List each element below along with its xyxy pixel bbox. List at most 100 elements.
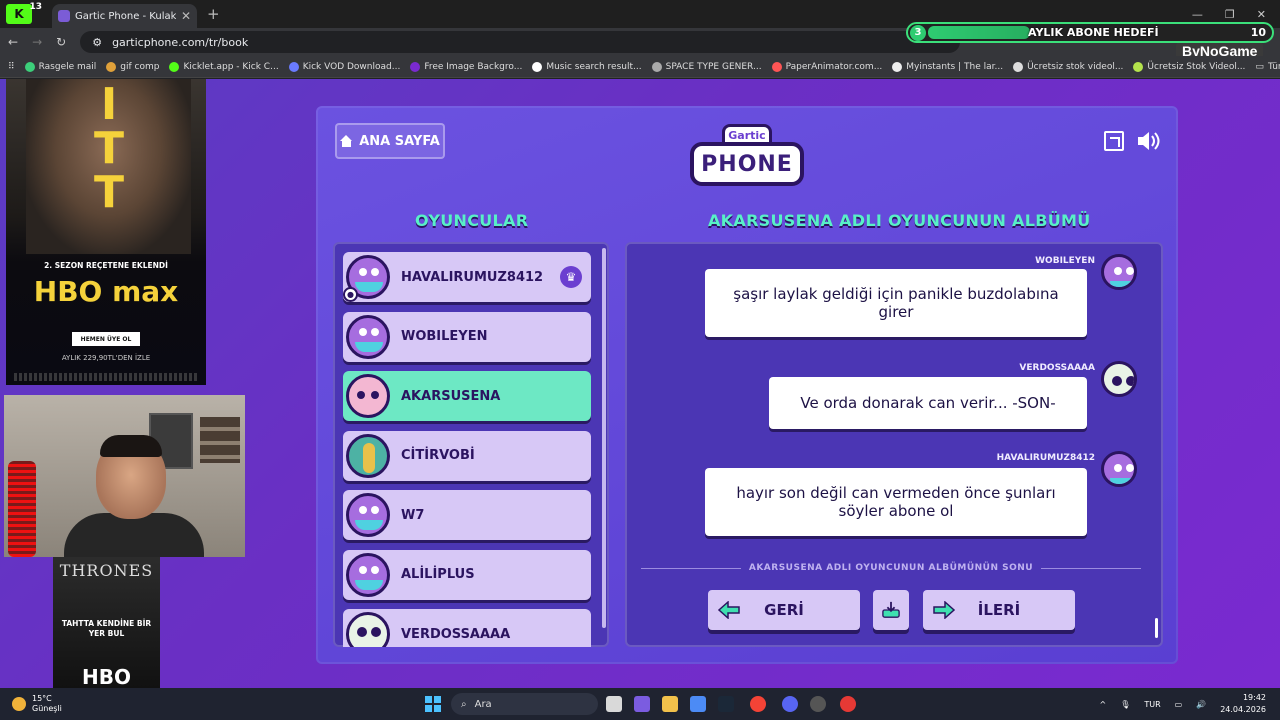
player-item[interactable]: ● ♛ HAVALIRUMUZ8412 — [343, 252, 591, 302]
folder-icon: ▭ — [1255, 61, 1264, 72]
message-bubble: şaşır laylak geldiği için panikle buzdol… — [705, 269, 1087, 337]
arrow-left-icon — [718, 601, 740, 619]
message-author: WOBILEYEN — [1035, 256, 1095, 266]
bookmark-label: gif comp — [120, 61, 160, 72]
streamer-hair — [100, 435, 162, 457]
bookmark-item[interactable]: Kick VOD Download... — [288, 61, 400, 72]
bookmark-favicon-icon — [288, 61, 299, 72]
mic-icon[interactable]: 🎙 — [1120, 700, 1130, 709]
bookmark-item[interactable]: PaperAnimator.com... — [771, 61, 882, 72]
bookmark-item[interactable]: gif comp — [106, 61, 160, 72]
player-item[interactable]: W7 — [343, 490, 591, 540]
album-view[interactable]: WOBILEYEN şaşır laylak geldiği için panik… — [625, 242, 1163, 647]
player-item[interactable]: CİTİRVOBİ — [343, 430, 591, 481]
task-view-icon[interactable] — [606, 696, 622, 712]
bookmark-favicon-icon — [771, 61, 782, 72]
tab-close-icon[interactable]: ✕ — [181, 9, 191, 23]
windows-start-icon[interactable] — [425, 696, 441, 712]
minimize-icon[interactable]: — — [1192, 8, 1203, 21]
steam-icon[interactable] — [718, 696, 734, 712]
home-button[interactable]: ANA SAYFA — [335, 123, 445, 159]
bookmark-item[interactable]: Ücretsiz Stok Videol... — [1133, 61, 1246, 72]
browser-tab[interactable]: Gartic Phone - Kulaktan Ku ✕ — [52, 4, 197, 28]
bookmark-favicon-icon — [106, 61, 117, 72]
message-avatar — [1101, 451, 1137, 487]
app-icon[interactable] — [840, 696, 856, 712]
microphone — [8, 461, 36, 557]
url-text: garticphone.com/tr/book — [112, 35, 249, 49]
bookmark-favicon-icon — [24, 61, 35, 72]
chrome-icon[interactable] — [750, 696, 766, 712]
reload-icon[interactable]: ↻ — [56, 35, 66, 49]
player-item[interactable]: ALİLİPLUS — [343, 549, 591, 600]
store-icon[interactable] — [690, 696, 706, 712]
volume-icon[interactable] — [1136, 130, 1160, 152]
player-name: W7 — [401, 507, 425, 523]
network-icon[interactable]: ▭ — [1175, 700, 1183, 709]
site-info-icon[interactable]: ⚙ — [92, 36, 102, 49]
players-scrollbar[interactable] — [602, 248, 606, 628]
discord-icon[interactable] — [782, 696, 798, 712]
fullscreen-icon[interactable] — [1104, 131, 1124, 151]
tray-chevron-icon[interactable]: ^ — [1099, 700, 1106, 709]
bookmark-item[interactable]: SPACE TYPE GENER... — [651, 61, 762, 72]
bookmark-item[interactable]: Rasgele mail — [24, 61, 96, 72]
back-button[interactable]: GERİ — [708, 590, 860, 630]
search-placeholder: Ara — [474, 698, 492, 710]
new-tab-icon[interactable]: + — [207, 5, 220, 23]
thrones-ad-banner[interactable]: THRONES TAHTTA KENDİNE BİR YER BUL HBO — [53, 557, 160, 688]
player-item[interactable]: AKARSUSENA — [343, 371, 591, 421]
maximize-icon[interactable]: ❐ — [1225, 8, 1235, 21]
back-button-label: GERİ — [764, 601, 804, 619]
download-button[interactable] — [873, 590, 909, 630]
file-explorer-icon[interactable] — [662, 696, 678, 712]
player-avatar — [346, 612, 390, 647]
bookmark-label: Kicklet.app - Kick C... — [183, 61, 279, 72]
ad-fine-print — [14, 373, 198, 381]
player-item[interactable]: VERDOSSAAAA — [343, 609, 591, 647]
player-name: AKARSUSENA — [401, 388, 501, 404]
message-bubble: hayır son değil can vermeden önce şunlar… — [705, 468, 1087, 536]
obs-icon[interactable] — [810, 696, 826, 712]
bookmark-item[interactable]: Music search result... — [532, 61, 642, 72]
url-field[interactable]: ⚙ garticphone.com/tr/book — [80, 31, 961, 53]
clock[interactable]: 19:42 24.04.2026 — [1220, 692, 1266, 716]
close-window-icon[interactable]: ✕ — [1257, 8, 1266, 21]
bookmark-favicon-icon — [169, 61, 180, 72]
player-name: VERDOSSAAAA — [401, 626, 511, 642]
windows-taskbar: 15°C Güneşli ⌕ Ara ^ 🎙 TUR ▭ 🔊 19:42 24.0… — [0, 688, 1280, 720]
hbo-logo: HBO — [82, 665, 131, 688]
hbo-ad-banner[interactable]: ITT 2. SEZON REÇETENE EKLENDİ HBO max HE… — [6, 79, 206, 385]
hbo-max-logo: HBO max — [33, 275, 179, 308]
bookmark-label: Ücretsiz Stok Videol... — [1147, 61, 1246, 72]
bookmarks-bar: ⠿ Rasgele mail gif comp Kicklet.app - Kick… — [0, 56, 1280, 78]
bookmark-item[interactable]: Free Image Backgro... — [410, 61, 522, 72]
bookmark-favicon-icon — [892, 61, 903, 72]
bookmark-item[interactable]: Ücretsiz stok videol... — [1013, 61, 1123, 72]
ad-cta-button[interactable]: HEMEN ÜYE OL — [72, 332, 140, 346]
copilot-icon[interactable] — [634, 696, 650, 712]
bookmark-favicon-icon — [651, 61, 662, 72]
player-item[interactable]: WOBILEYEN — [343, 311, 591, 362]
taskbar-search[interactable]: ⌕ Ara — [451, 693, 598, 715]
players-heading: OYUNCULAR — [415, 211, 529, 230]
speaker-icon[interactable]: 🔊 — [1196, 700, 1206, 709]
next-button[interactable]: İLERİ — [923, 590, 1075, 630]
kick-icon[interactable]: K 13 — [6, 2, 42, 24]
album-scrollbar[interactable] — [1155, 618, 1158, 638]
back-icon[interactable]: ← — [8, 35, 18, 49]
players-list[interactable]: ● ♛ HAVALIRUMUZ8412 WOBILEYEN AKARSUSENA CİTİ… — [333, 242, 609, 647]
search-icon: ⌕ — [461, 698, 467, 710]
weather-widget[interactable]: 15°C Güneşli — [12, 694, 62, 714]
bookmark-item[interactable]: Kicklet.app - Kick C... — [169, 61, 279, 72]
sub-goal-widget: 3 AYLIK ABONE HEDEFİ 10 — [906, 22, 1274, 43]
apps-icon[interactable]: ⠿ — [8, 62, 15, 72]
all-bookmarks-folder[interactable]: ▭Tüm Yer İşaretleri — [1255, 62, 1280, 72]
bookmark-item[interactable]: Myinstants | The lar... — [892, 61, 1003, 72]
sun-icon — [12, 697, 26, 711]
forward-icon[interactable]: → — [32, 35, 42, 49]
album-heading: AKARSUSENA ADLI OYUNCUNUN ALBÜMÜ — [708, 211, 1091, 230]
bookmark-favicon-icon — [1133, 61, 1144, 72]
language-indicator[interactable]: TUR — [1144, 700, 1160, 709]
window-controls: — ❐ ✕ — [1192, 8, 1280, 21]
